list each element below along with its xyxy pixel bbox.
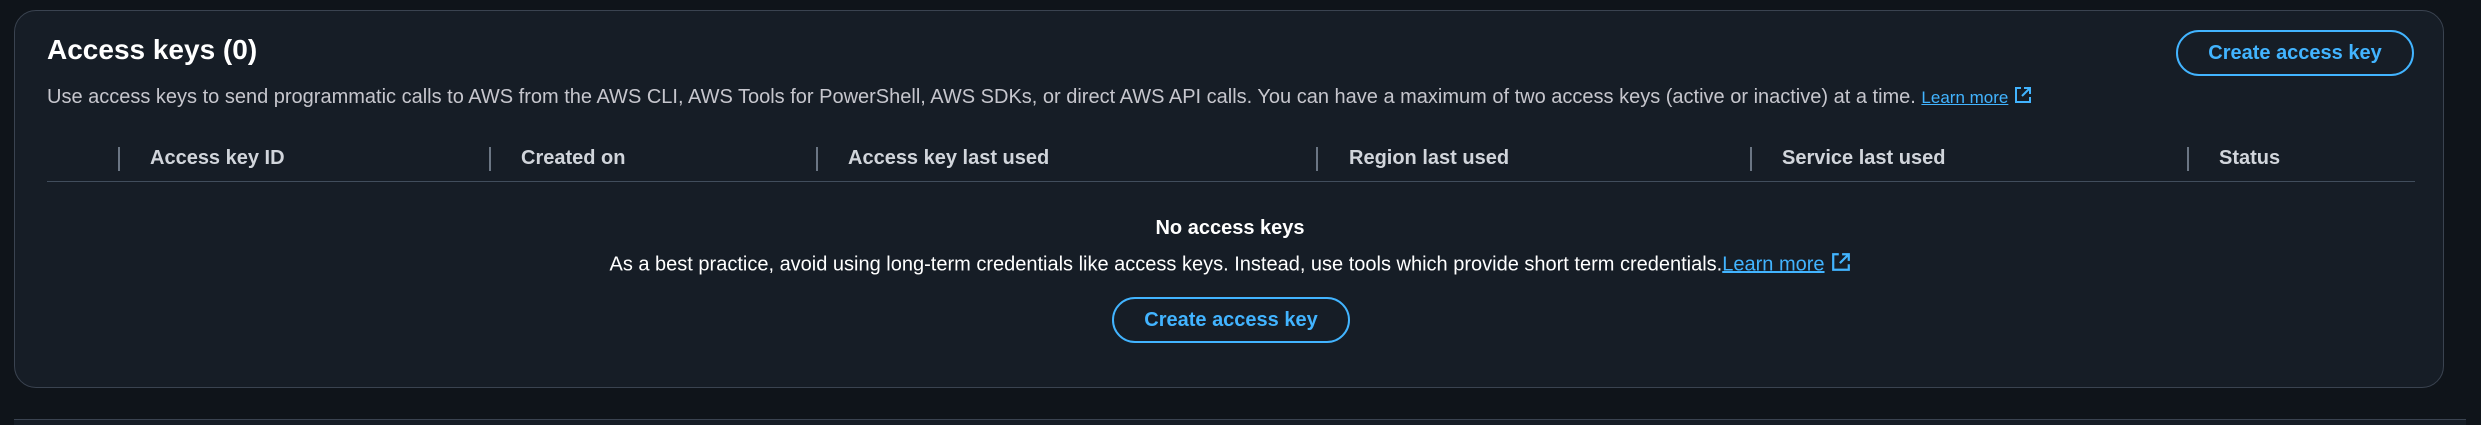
access-keys-panel: Access keys (0) Create access key Use ac… bbox=[14, 10, 2444, 388]
external-link-icon[interactable] bbox=[2014, 85, 2032, 111]
column-label: Status bbox=[2219, 146, 2281, 169]
column-label: Access key last used bbox=[848, 146, 1050, 169]
column-header-access-key-last-used[interactable]: Access key last used bbox=[848, 135, 1049, 181]
column-divider[interactable] bbox=[118, 147, 120, 171]
learn-more-label: Learn more bbox=[1722, 253, 1825, 276]
column-header-status[interactable]: Status bbox=[2219, 135, 2280, 181]
column-header-service-last-used[interactable]: Service last used bbox=[1782, 135, 1945, 181]
learn-more-label: Learn more bbox=[1921, 88, 2009, 107]
section-description: Use access keys to send programmatic cal… bbox=[47, 84, 2032, 111]
column-divider[interactable] bbox=[816, 147, 818, 171]
external-link-icon[interactable] bbox=[1831, 252, 1851, 278]
next-panel-edge bbox=[14, 419, 2466, 425]
create-access-key-button[interactable]: Create access key bbox=[2176, 30, 2414, 76]
empty-state-text: As a best practice, avoid using long-ter… bbox=[609, 253, 1723, 276]
table-header: Access key ID Created on Access key last… bbox=[47, 135, 2415, 182]
column-label: Access key ID bbox=[150, 146, 285, 169]
column-divider[interactable] bbox=[489, 147, 491, 171]
learn-more-link[interactable]: Learn more bbox=[1921, 88, 2008, 107]
column-divider[interactable] bbox=[1316, 147, 1318, 171]
column-header-access-key-id[interactable]: Access key ID bbox=[150, 135, 285, 181]
column-label: Region last used bbox=[1349, 146, 1510, 169]
column-header-region-last-used[interactable]: Region last used bbox=[1349, 135, 1509, 181]
column-header-created-on[interactable]: Created on bbox=[521, 135, 625, 181]
empty-state-description: As a best practice, avoid using long-ter… bbox=[15, 252, 2445, 278]
section-description-text: Use access keys to send programmatic cal… bbox=[47, 86, 1916, 108]
empty-state-title: No access keys bbox=[1155, 217, 1305, 239]
column-divider[interactable] bbox=[1750, 147, 1752, 171]
section-title: Access keys (0) bbox=[47, 34, 258, 65]
column-divider[interactable] bbox=[2187, 147, 2189, 171]
empty-state-create-access-key-button[interactable]: Create access key bbox=[1112, 297, 1350, 343]
empty-state-learn-more-link[interactable]: Learn more bbox=[1722, 253, 1824, 275]
column-label: Created on bbox=[521, 146, 626, 169]
column-label: Service last used bbox=[1782, 146, 1946, 169]
